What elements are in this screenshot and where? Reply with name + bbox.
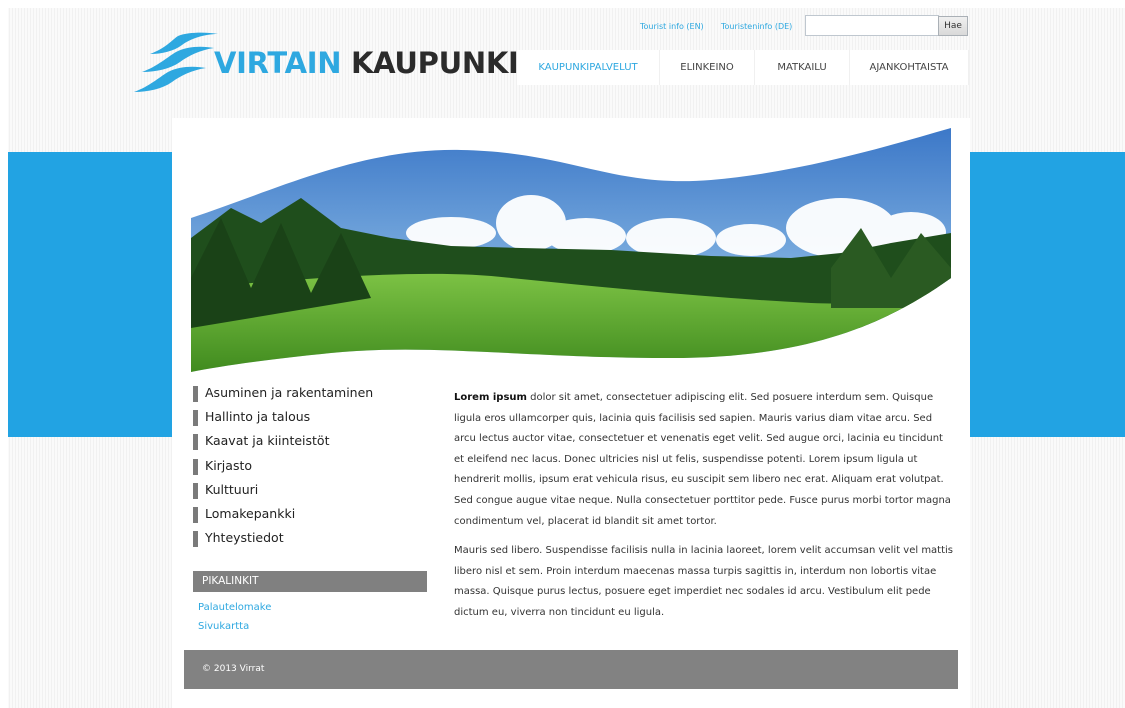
nav-item-matkailu[interactable]: MATKAILU (755, 50, 850, 85)
sidebar-item-label: Hallinto ja talous (205, 409, 311, 425)
sidebar-item-label: Yhteystiedot (205, 530, 284, 546)
quick-link-sivukartta[interactable]: Sivukartta (198, 621, 249, 632)
logo-word-kaupunki: KAUPUNKI (351, 46, 519, 80)
main-nav: KAUPUNKIPALVELUT ELINKEINO MATKAILU AJAN… (517, 50, 969, 85)
content-lead-bold: Lorem ipsum (454, 392, 527, 403)
content-paragraph-1-text: dolor sit amet, consectetuer adipiscing … (454, 392, 951, 527)
sidebar-bullet (193, 531, 198, 548)
sidebar-bullet (193, 386, 198, 402)
nav-item-ajankohtaista[interactable]: AJANKOHTAISTA (850, 50, 969, 85)
site-logo[interactable]: VIRTAIN KAUPUNKI (132, 30, 519, 94)
quick-link-palautelomake[interactable]: Palautelomake (198, 602, 271, 613)
sidebar-bullet (193, 506, 198, 523)
sidebar-item-label: Kirjasto (205, 457, 253, 473)
footer: © 2013 Virrat (184, 650, 958, 689)
content-paragraph-1: Lorem ipsum dolor sit amet, consectetuer… (454, 388, 954, 532)
nav-item-kaupunkipalvelut[interactable]: KAUPUNKIPALVELUT (517, 50, 660, 85)
content-paragraph-2: Mauris sed libero. Suspendisse facilisis… (454, 545, 954, 618)
sidebar-bullet (193, 482, 198, 499)
landscape-banner-image (191, 128, 951, 372)
sidebar-item-label: Kaavat ja kiinteistöt (205, 433, 330, 449)
quick-links-heading: PIKALINKIT (193, 571, 427, 592)
search-button[interactable]: Hae (938, 16, 968, 36)
footer-copyright: © 2013 Virrat (202, 664, 265, 674)
sidebar-bullet (193, 458, 198, 475)
wave-logo-icon (134, 32, 218, 92)
main-content: Lorem ipsum dolor sit amet, consectetuer… (454, 388, 954, 633)
logo-wordmark: VIRTAIN KAUPUNKI (214, 46, 519, 80)
sidebar-bullet (193, 434, 198, 451)
search-input[interactable] (805, 15, 939, 36)
touristeninfo-de-link[interactable]: Touristeninfo (DE) (721, 22, 792, 31)
sidebar-item-label: Asuminen ja rakentaminen (205, 385, 374, 400)
sidebar-item-label: Lomakepankki (205, 505, 296, 521)
page-top-edge (0, 0, 1125, 8)
nav-item-elinkeino[interactable]: ELINKEINO (660, 50, 755, 85)
page-left-edge (0, 0, 8, 708)
sidebar-item-label: Kulttuuri (205, 481, 259, 497)
sidebar-bullet (193, 410, 198, 427)
logo-word-virtain: VIRTAIN (214, 46, 342, 80)
tourist-info-en-link[interactable]: Tourist info (EN) (640, 22, 704, 31)
